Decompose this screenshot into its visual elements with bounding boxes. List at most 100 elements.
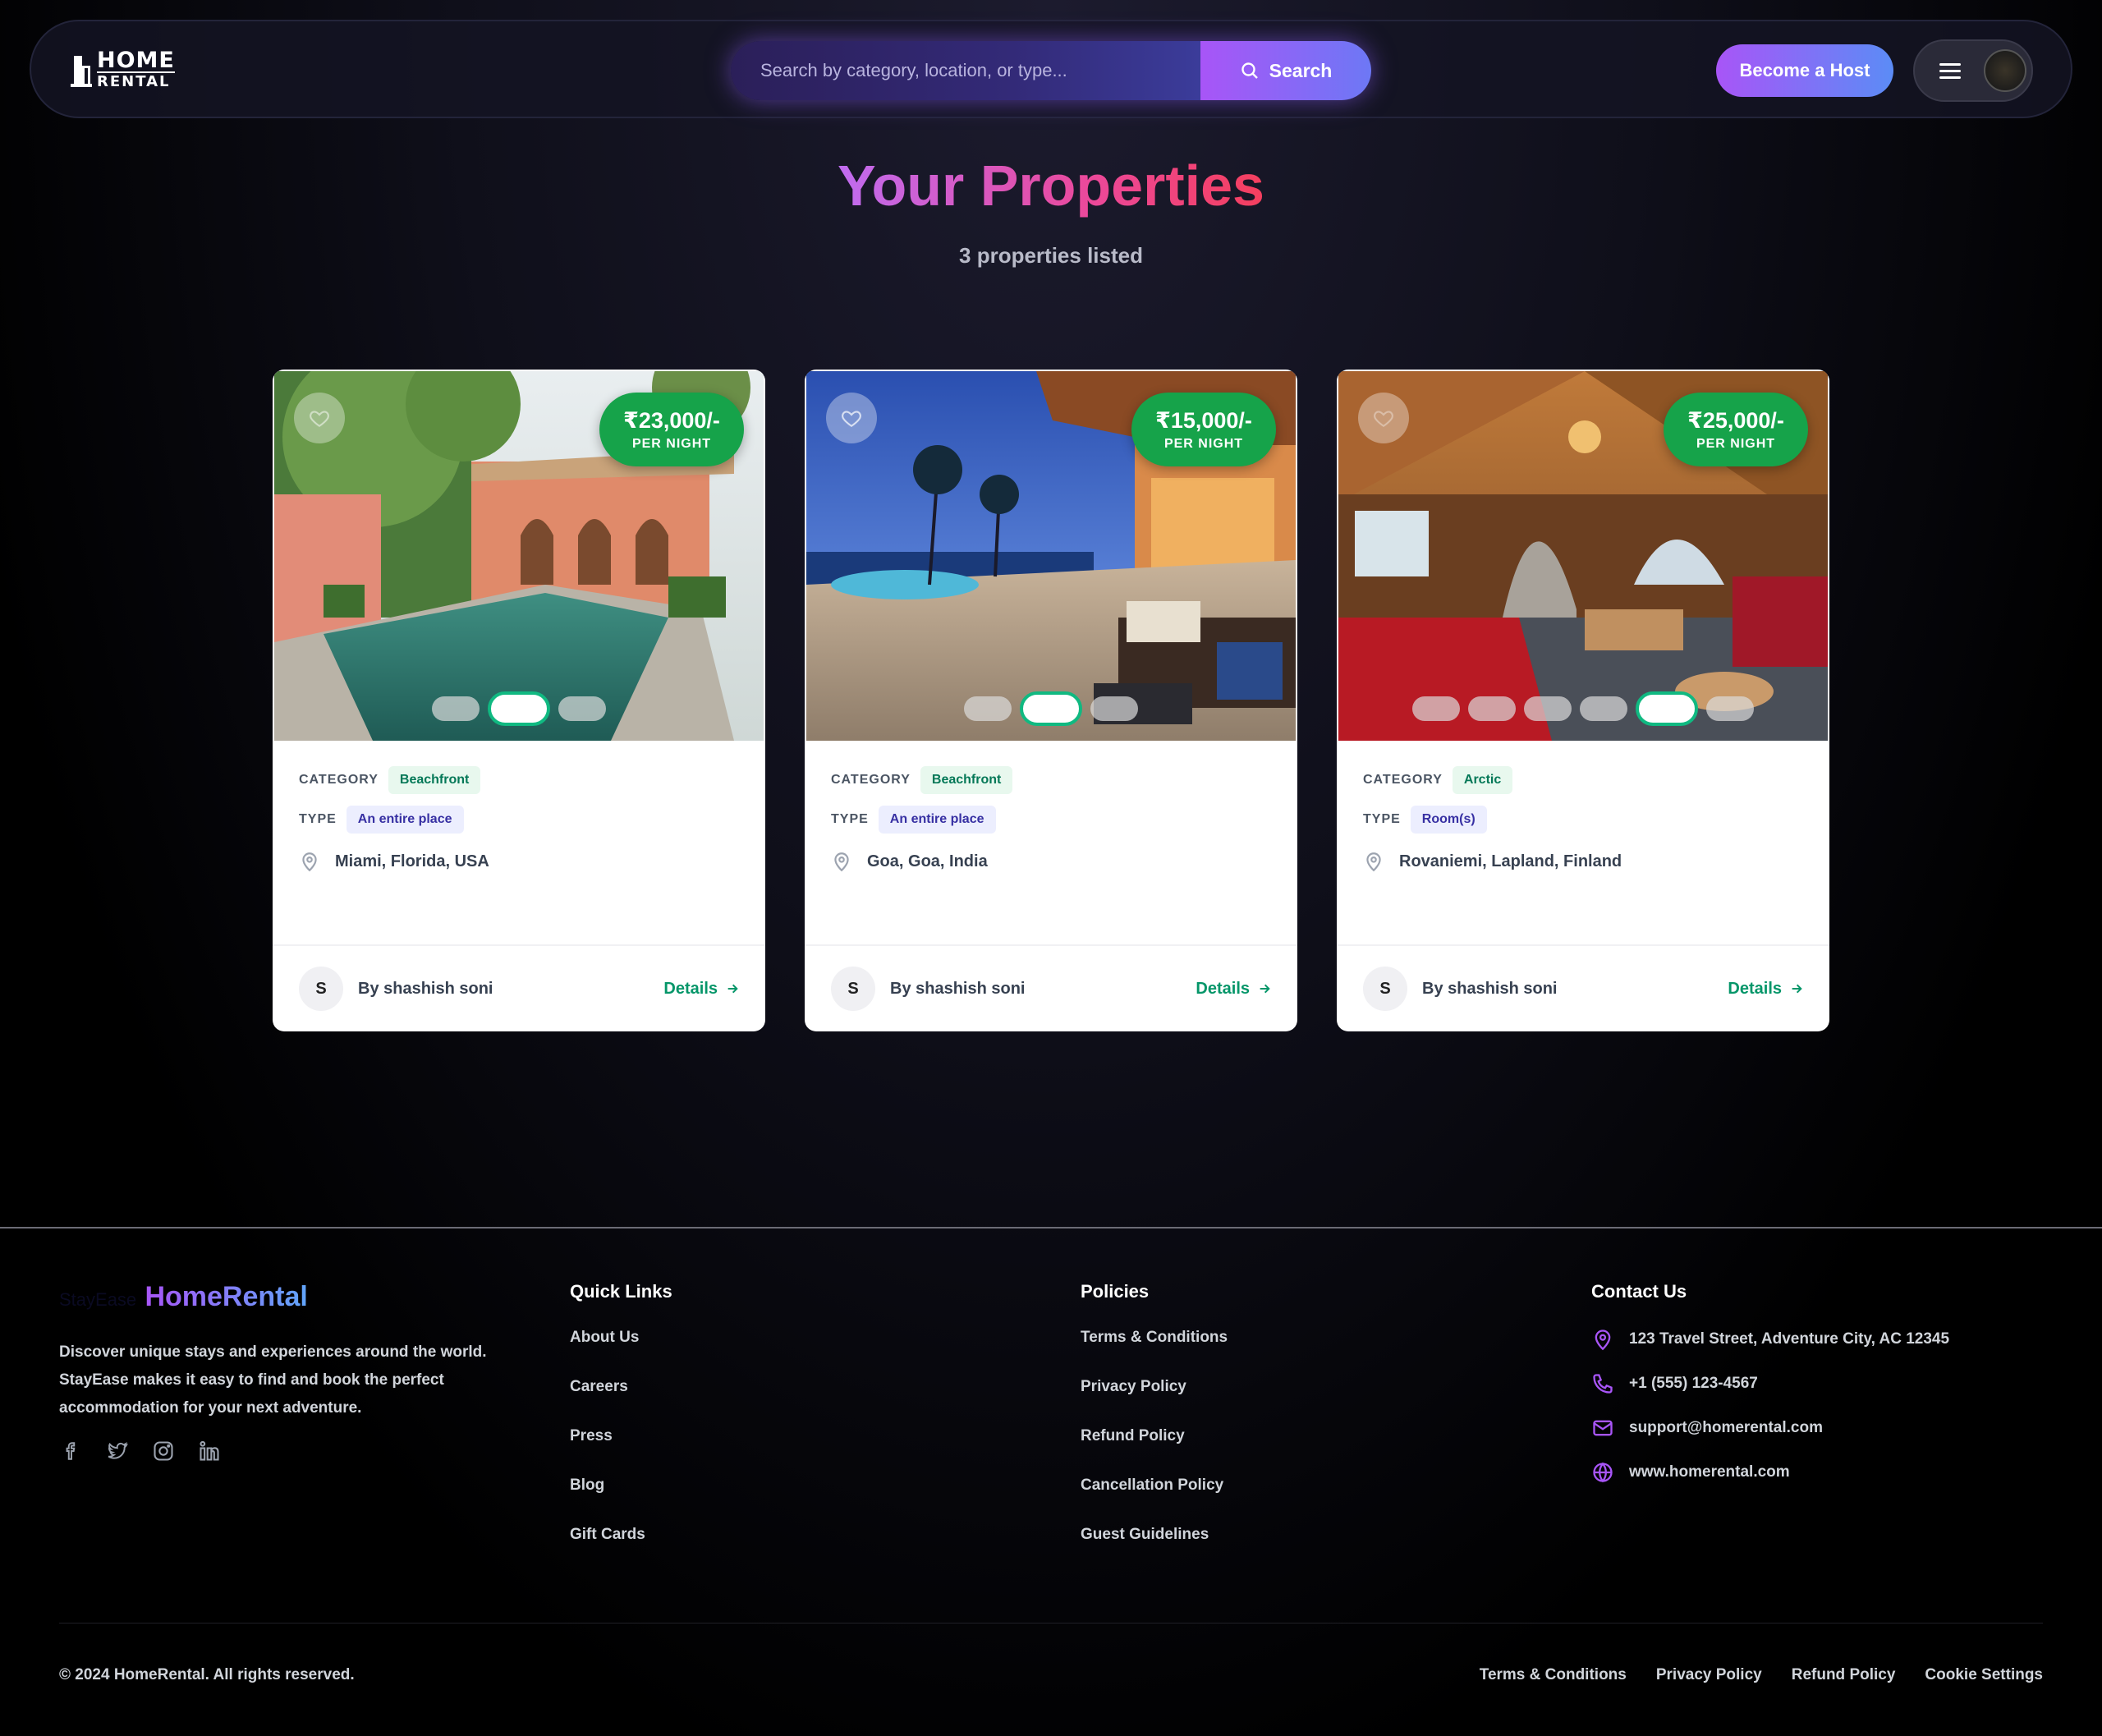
carousel-dot[interactable] xyxy=(432,696,480,721)
property-image[interactable]: ₹15,000/- PER NIGHT xyxy=(806,371,1296,741)
property-image[interactable]: ₹25,000/- PER NIGHT xyxy=(1338,371,1828,741)
arrow-right-icon xyxy=(1792,984,1802,994)
carousel-dot[interactable] xyxy=(1524,696,1572,721)
phone-icon xyxy=(1593,1374,1613,1394)
footer-brand-ghost: StayEase xyxy=(59,1289,137,1310)
footer-link-privacy[interactable]: Privacy Policy xyxy=(1081,1376,1228,1426)
footer-link-terms[interactable]: Terms & Conditions xyxy=(1081,1327,1228,1376)
footer-link-refund[interactable]: Refund Policy xyxy=(1081,1426,1228,1475)
location-pin-icon xyxy=(834,852,849,872)
property-card[interactable]: ₹15,000/- PER NIGHT CATEGORY Beachfront … xyxy=(805,370,1297,1031)
host-avatar: S xyxy=(1363,967,1407,1011)
footer-link-gift-cards[interactable]: Gift Cards xyxy=(570,1524,672,1573)
policies-column: Policies Terms & Conditions Privacy Poli… xyxy=(1081,1281,1228,1573)
search-button[interactable]: Search xyxy=(1200,41,1371,100)
arrow-right-icon xyxy=(727,984,738,994)
carousel-dot[interactable] xyxy=(1090,696,1138,721)
linkedin-icon[interactable] xyxy=(197,1439,222,1463)
property-card[interactable]: ₹25,000/- PER NIGHT CATEGORY Arctic TYPE… xyxy=(1337,370,1829,1031)
search-bar: Search xyxy=(731,41,1371,100)
search-button-label: Search xyxy=(1269,59,1333,81)
category-label: CATEGORY xyxy=(831,773,911,787)
logo[interactable]: HOME RENTAL xyxy=(71,49,175,90)
contact-email[interactable]: support@homerental.com xyxy=(1591,1406,1949,1450)
footer-description: Discover unique stays and experiences ar… xyxy=(59,1343,487,1417)
location-text: Rovaniemi, Lapland, Finland xyxy=(1399,852,1622,870)
location-pin-icon xyxy=(1366,852,1381,872)
footer-bottom-links: Terms & Conditions Privacy Policy Refund… xyxy=(1480,1666,2043,1684)
footer-link-guest-guidelines[interactable]: Guest Guidelines xyxy=(1081,1524,1228,1573)
favorite-button[interactable] xyxy=(1358,393,1409,443)
carousel-dot[interactable] xyxy=(1580,696,1627,721)
quick-links-title: Quick Links xyxy=(570,1281,672,1302)
location-pin-icon xyxy=(302,852,317,872)
footer-link-careers[interactable]: Careers xyxy=(570,1376,672,1426)
host-name: By shashish soni xyxy=(358,979,493,998)
price-amount: ₹15,000/- xyxy=(1155,407,1252,433)
arrow-right-icon xyxy=(1260,984,1270,994)
price-amount: ₹25,000/- xyxy=(1687,407,1784,433)
search-icon xyxy=(1241,62,1258,79)
carousel-dot[interactable] xyxy=(1706,696,1754,721)
bottom-link-privacy[interactable]: Privacy Policy xyxy=(1656,1666,1762,1684)
heart-icon xyxy=(842,411,861,428)
user-menu-button[interactable] xyxy=(1913,39,2033,102)
property-card[interactable]: ₹23,000/- PER NIGHT CATEGORY Beachfront … xyxy=(273,370,765,1031)
details-link[interactable]: Details xyxy=(1728,980,1803,999)
navbar: HOME RENTAL Search Become a Host xyxy=(30,20,2072,118)
carousel-dot-active[interactable] xyxy=(488,691,550,726)
carousel-dot[interactable] xyxy=(964,696,1012,721)
mail-icon xyxy=(1593,1420,1613,1436)
become-host-button[interactable]: Become a Host xyxy=(1716,44,1893,97)
footer-link-blog[interactable]: Blog xyxy=(570,1475,672,1524)
twitter-icon[interactable] xyxy=(105,1439,130,1463)
footer-link-about[interactable]: About Us xyxy=(570,1327,672,1376)
bottom-link-cookies[interactable]: Cookie Settings xyxy=(1925,1666,2043,1684)
logo-line1: HOME xyxy=(97,48,175,73)
carousel-dot-active[interactable] xyxy=(1636,691,1698,726)
copyright: © 2024 HomeRental. All rights reserved. xyxy=(59,1666,355,1683)
type-label: TYPE xyxy=(831,812,869,826)
type-label: TYPE xyxy=(1363,812,1401,826)
host-name: By shashish soni xyxy=(890,979,1026,998)
instagram-icon[interactable] xyxy=(151,1439,176,1463)
price-badge: ₹23,000/- PER NIGHT xyxy=(599,393,744,466)
type-tag: An entire place xyxy=(878,806,996,834)
carousel-dot[interactable] xyxy=(1412,696,1460,721)
favorite-button[interactable] xyxy=(826,393,877,443)
property-image[interactable]: ₹23,000/- PER NIGHT xyxy=(274,371,764,741)
search-input[interactable] xyxy=(731,41,1200,100)
footer-link-press[interactable]: Press xyxy=(570,1426,672,1475)
location-text: Goa, Goa, India xyxy=(867,852,988,870)
category-label: CATEGORY xyxy=(1363,773,1443,787)
globe-icon xyxy=(1593,1462,1613,1483)
details-link[interactable]: Details xyxy=(663,980,739,999)
price-badge: ₹25,000/- PER NIGHT xyxy=(1664,393,1808,466)
favorite-button[interactable] xyxy=(294,393,345,443)
properties-count: 3 properties listed xyxy=(959,243,1143,268)
contact-column: Contact Us 123 Travel Street, Adventure … xyxy=(1591,1281,1949,1495)
image-carousel-dots xyxy=(806,691,1296,726)
footer-brand: StayEase HomeRental xyxy=(59,1281,308,1313)
facebook-icon[interactable] xyxy=(59,1439,84,1463)
carousel-dot-active[interactable] xyxy=(1020,691,1082,726)
details-link[interactable]: Details xyxy=(1196,980,1271,999)
logo-line2: RENTAL xyxy=(97,71,175,90)
category-tag: Beachfront xyxy=(388,766,481,794)
social-links xyxy=(59,1439,222,1463)
bottom-link-refund[interactable]: Refund Policy xyxy=(1792,1666,1896,1684)
footer-link-cancellation[interactable]: Cancellation Policy xyxy=(1081,1475,1228,1524)
contact-website[interactable]: www.homerental.com xyxy=(1591,1450,1949,1495)
location-pin-icon xyxy=(1595,1330,1611,1351)
contact-phone[interactable]: +1 (555) 123-4567 xyxy=(1591,1362,1949,1406)
heart-icon xyxy=(310,411,329,428)
price-badge: ₹15,000/- PER NIGHT xyxy=(1131,393,1276,466)
host-name: By shashish soni xyxy=(1422,979,1558,998)
building-icon xyxy=(71,51,92,89)
footer-divider xyxy=(0,1227,2102,1229)
carousel-dot[interactable] xyxy=(558,696,606,721)
bottom-link-terms[interactable]: Terms & Conditions xyxy=(1480,1666,1627,1684)
carousel-dot[interactable] xyxy=(1468,696,1516,721)
price-amount: ₹23,000/- xyxy=(623,407,720,433)
price-unit: PER NIGHT xyxy=(1163,436,1244,451)
